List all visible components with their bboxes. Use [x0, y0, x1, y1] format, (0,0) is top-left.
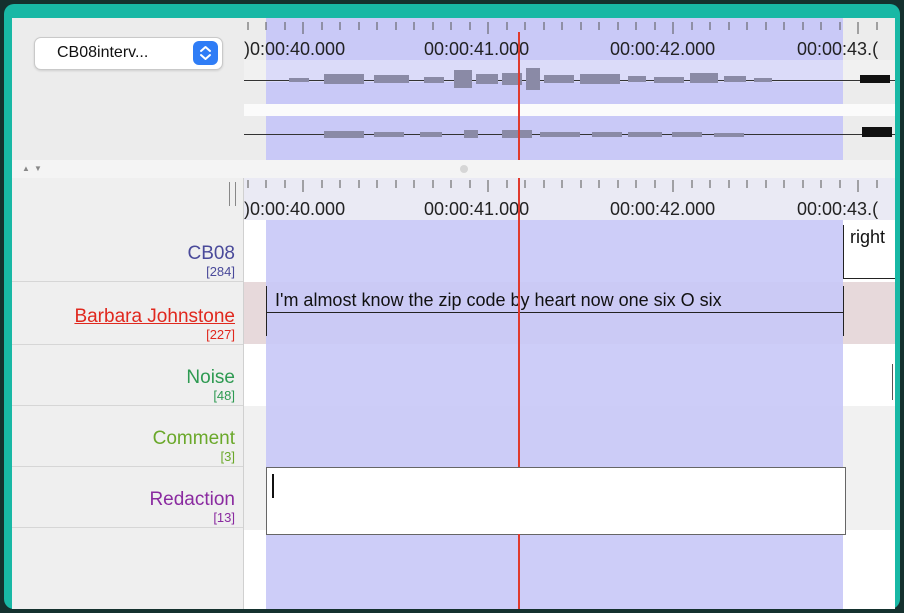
tier-time-ruler[interactable]: )0:00:40.000 00:00:41.000 00:00:42.000 0…	[244, 178, 895, 219]
tier-label-barbara-johnstone[interactable]: Barbara Johnstone [227]	[12, 282, 243, 345]
tick-label: 00:00:43.(	[797, 39, 879, 59]
tick-label: )0:00:40.000	[244, 199, 346, 219]
annotation-barbara-current[interactable]: I'm almost know the zip code by heart no…	[266, 286, 844, 336]
playhead-cursor[interactable]	[518, 178, 520, 467]
tier-header-column: CB08 [284] Barbara Johnstone [227] Noise…	[12, 178, 244, 609]
panel-splitter[interactable]: ▲ ▼	[12, 160, 895, 179]
media-file-selector[interactable]: CB08interv...	[34, 37, 223, 70]
tier-name: CB08	[187, 243, 235, 264]
stepper-icon[interactable]	[193, 41, 218, 65]
tier-selection-region[interactable]	[266, 220, 843, 609]
tier-name: Noise	[186, 367, 235, 388]
tier-count: [48]	[213, 388, 235, 403]
splitter-handle-icon[interactable]	[460, 165, 468, 173]
tick-label: )0:00:40.000	[244, 39, 346, 59]
annotation-text: I'm almost know the zip code by heart no…	[275, 290, 722, 310]
playhead-cursor-lower	[518, 534, 520, 609]
tier-name: Redaction	[149, 489, 235, 510]
tier-label-redaction[interactable]: Redaction [13]	[12, 465, 243, 528]
tick-label: 00:00:42.000	[610, 39, 716, 59]
tier-label-noise[interactable]: Noise [48]	[12, 343, 243, 406]
collapse-down-arrow-icon[interactable]: ▼	[34, 164, 42, 173]
annotation-underline	[267, 312, 843, 313]
channel-gap	[244, 104, 895, 116]
waveform-channel-1	[289, 68, 890, 90]
annotation-text: right	[850, 227, 886, 247]
tier-label-cb08[interactable]: CB08 [284]	[12, 219, 243, 282]
redaction-edit-field[interactable]	[266, 467, 846, 535]
collapse-up-arrow-icon[interactable]: ▲	[22, 164, 30, 173]
tier-count: [227]	[206, 327, 235, 342]
annotation-cb08-next[interactable]: right	[843, 225, 895, 279]
tier-name: Comment	[152, 428, 235, 449]
tick-label: 00:00:41.000	[424, 39, 530, 59]
time-ruler[interactable]: )0:00:40.000 00:00:41.000 00:00:42.000 0…	[244, 18, 895, 59]
annotation-tier-area[interactable]: )0:00:40.000 00:00:41.000 00:00:42.000 0…	[244, 178, 895, 609]
playhead-cursor[interactable]	[518, 32, 520, 160]
noise-annotation-boundary[interactable]	[892, 364, 893, 400]
tier-count: [13]	[213, 510, 235, 525]
tier-name: Barbara Johnstone	[74, 306, 235, 327]
text-caret	[272, 474, 274, 498]
waveform-channel-2	[324, 127, 892, 138]
tier-count: [3]	[220, 449, 235, 464]
tick-label: 00:00:43.(	[797, 199, 879, 219]
tick-label: 00:00:42.000	[610, 199, 716, 219]
tier-label-comment[interactable]: Comment [3]	[12, 404, 243, 467]
tier-count: [284]	[206, 264, 235, 279]
tick-label: 00:00:41.000	[424, 199, 530, 219]
media-file-label: CB08interv...	[57, 44, 149, 61]
annotation-editor: CB08interv...)0:00:40.000 00:00:41.000 …	[12, 18, 895, 609]
column-resize-handle[interactable]	[229, 182, 236, 206]
waveform-area[interactable]: )0:00:40.000 00:00:41.000 00:00:42.000 0…	[244, 18, 895, 160]
waveform-panel: CB08interv...)0:00:40.000 00:00:41.000 …	[12, 18, 895, 160]
